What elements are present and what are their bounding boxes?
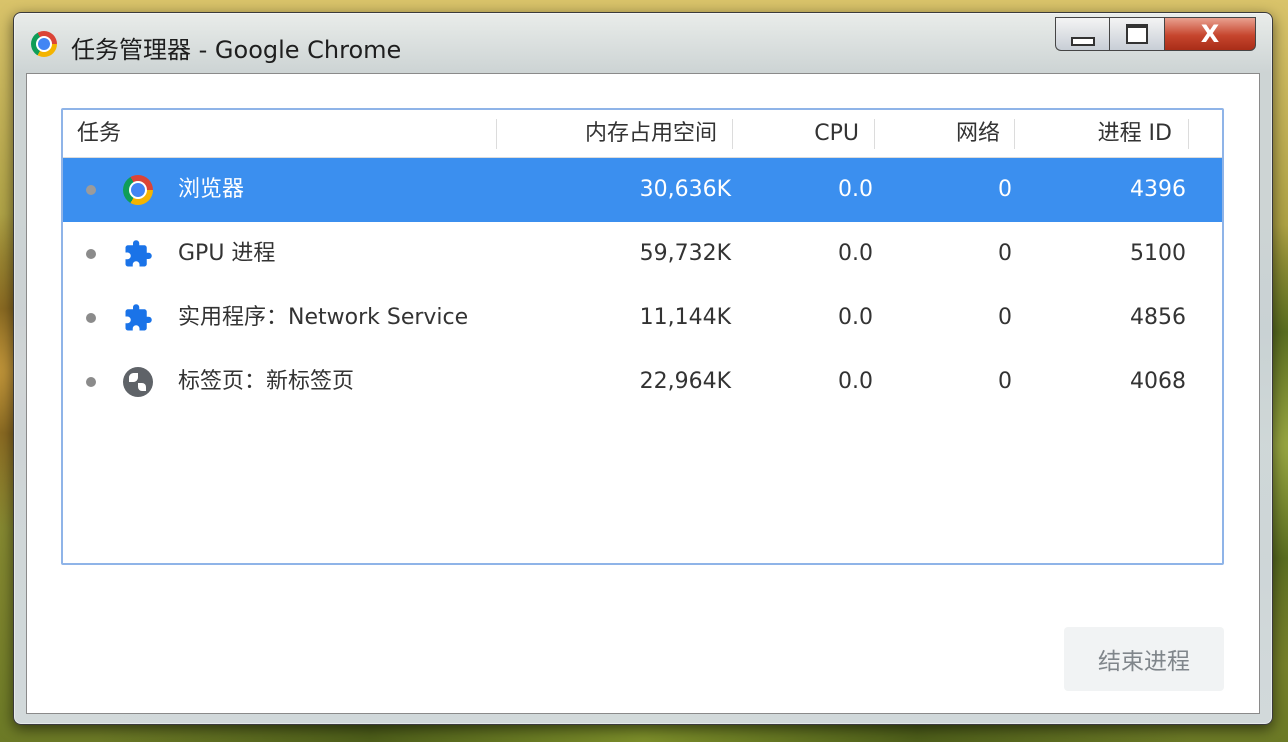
task-name: 浏览器 (178, 177, 245, 202)
column-divider[interactable] (1188, 119, 1189, 149)
network-value: 0 (998, 241, 1012, 266)
task-name: GPU 进程 (178, 241, 276, 266)
process-table: 任务 内存占用空间 CPU 网络 进程 ID 浏览器 30,636K 0.0 0… (61, 108, 1224, 565)
network-value: 0 (998, 305, 1012, 330)
cpu-value: 0.0 (838, 369, 873, 394)
column-header-pid[interactable]: 进程 ID (1098, 110, 1172, 157)
task-name: 标签页：新标签页 (178, 369, 355, 394)
chrome-icon (123, 175, 153, 205)
cpu-value: 0.0 (838, 177, 873, 202)
column-header-task[interactable]: 任务 (77, 110, 121, 157)
task-name: 实用程序：Network Service (178, 305, 469, 330)
column-divider[interactable] (1014, 119, 1015, 149)
chrome-logo-icon (31, 31, 57, 57)
cpu-value: 0.0 (838, 241, 873, 266)
pid-value: 4856 (1130, 305, 1186, 330)
globe-icon (123, 367, 153, 397)
memory-value: 30,636K (639, 177, 731, 202)
close-icon: X (1200, 20, 1220, 48)
window-title: 任务管理器 - Google Chrome (71, 36, 402, 64)
task-manager-window: 任务管理器 - Google Chrome X 任务 内存占用空间 CPU 网络 (13, 12, 1273, 725)
row-bullet (86, 249, 96, 259)
minimize-icon (1070, 36, 1095, 46)
window-controls: X (1055, 17, 1256, 53)
end-process-button[interactable]: 结束进程 (1064, 627, 1224, 691)
table-row[interactable]: GPU 进程 59,732K 0.0 0 5100 (63, 222, 1222, 286)
table-row[interactable]: 浏览器 30,636K 0.0 0 4396 (63, 158, 1222, 222)
pid-value: 5100 (1130, 241, 1186, 266)
cpu-value: 0.0 (838, 305, 873, 330)
close-button[interactable]: X (1164, 17, 1256, 51)
memory-value: 11,144K (639, 305, 731, 330)
maximize-icon (1126, 24, 1148, 44)
minimize-button[interactable] (1055, 17, 1109, 51)
column-divider[interactable] (496, 119, 497, 149)
network-value: 0 (998, 177, 1012, 202)
memory-value: 59,732K (639, 241, 731, 266)
network-value: 0 (998, 369, 1012, 394)
column-header-network[interactable]: 网络 (956, 110, 1000, 157)
column-divider[interactable] (732, 119, 733, 149)
table-row[interactable]: 标签页：新标签页 22,964K 0.0 0 4068 (63, 350, 1222, 414)
row-bullet (86, 185, 96, 195)
pid-value: 4396 (1130, 177, 1186, 202)
row-bullet (86, 313, 96, 323)
puzzle-icon (125, 240, 152, 267)
table-row[interactable]: 实用程序：Network Service 11,144K 0.0 0 4856 (63, 286, 1222, 350)
column-header-memory[interactable]: 内存占用空间 (585, 110, 717, 157)
memory-value: 22,964K (639, 369, 731, 394)
task-manager-content: 任务 内存占用空间 CPU 网络 进程 ID 浏览器 30,636K 0.0 0… (26, 73, 1260, 714)
title-bar[interactable]: 任务管理器 - Google Chrome X (14, 13, 1272, 73)
column-divider[interactable] (874, 119, 875, 149)
maximize-button[interactable] (1109, 17, 1164, 51)
puzzle-icon (125, 304, 152, 331)
pid-value: 4068 (1130, 369, 1186, 394)
row-bullet (86, 377, 96, 387)
column-header-cpu[interactable]: CPU (814, 110, 859, 157)
table-header: 任务 内存占用空间 CPU 网络 进程 ID (63, 110, 1222, 158)
